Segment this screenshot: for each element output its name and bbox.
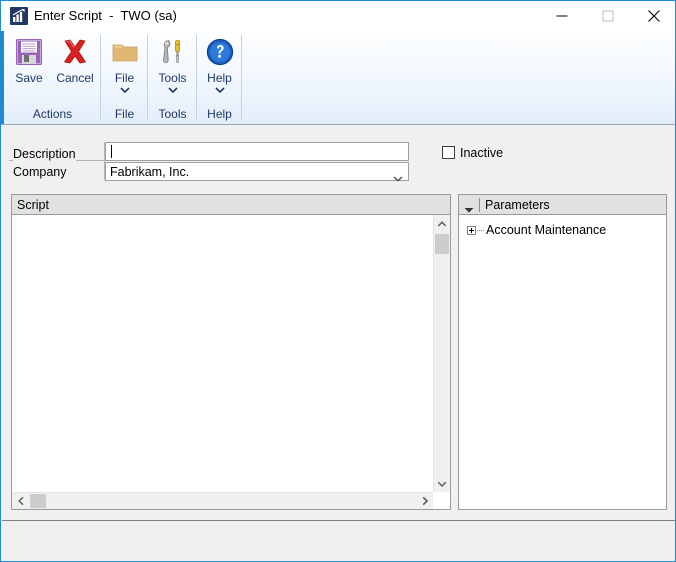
red-x-icon xyxy=(50,35,100,69)
ribbon-group-label-file: File xyxy=(114,107,135,121)
help-menu-button[interactable]: Help xyxy=(197,35,242,94)
ribbon-group-label-help: Help xyxy=(207,107,232,121)
wrench-screwdriver-icon xyxy=(148,35,197,69)
ribbon-group-label-actions: Actions xyxy=(32,107,73,121)
ribbon-group-tools: Tools Tools xyxy=(148,31,197,124)
cancel-button[interactable]: Cancel xyxy=(50,35,100,85)
close-button[interactable] xyxy=(631,1,675,30)
title-bar: Enter Script - TWO (sa) xyxy=(1,1,675,32)
file-menu-label: File xyxy=(114,71,135,85)
scroll-up-arrow-icon[interactable] xyxy=(434,215,450,232)
script-panel-header: Script xyxy=(12,195,450,215)
script-panel-body xyxy=(12,215,450,509)
maximize-button[interactable] xyxy=(585,1,631,30)
header-divider xyxy=(479,198,480,212)
chevron-down-icon xyxy=(148,85,197,94)
window-title: Enter Script - TWO (sa) xyxy=(34,8,177,23)
chart-app-icon xyxy=(10,7,28,25)
ribbon-group-actions: Save Cancel Actions xyxy=(4,31,101,124)
enter-script-window: Enter Script - TWO (sa) Save Cancel Acti… xyxy=(0,0,676,562)
save-button[interactable]: Save xyxy=(6,35,52,85)
tools-menu-button[interactable]: Tools xyxy=(148,35,197,94)
scroll-right-arrow-icon[interactable] xyxy=(416,493,433,509)
blue-question-icon xyxy=(197,35,242,69)
parameters-panel: Parameters Account Maintenance xyxy=(458,194,667,510)
cancel-button-label: Cancel xyxy=(56,71,94,85)
tree-item-account-maintenance[interactable]: Account Maintenance xyxy=(467,221,606,239)
script-vertical-scrollbar[interactable] xyxy=(433,215,450,492)
scrollbar-corner xyxy=(433,492,450,509)
text-caret xyxy=(111,145,112,158)
company-dropdown-value: Fabrikam, Inc. xyxy=(110,165,190,179)
script-horizontal-scroll-thumb[interactable] xyxy=(30,494,46,508)
scroll-down-arrow-icon[interactable] xyxy=(434,475,450,492)
status-bar xyxy=(1,521,675,561)
company-label: Company xyxy=(13,164,67,180)
script-editor[interactable] xyxy=(12,215,433,492)
inactive-checkbox-label: Inactive xyxy=(460,146,504,160)
ribbon-group-separator xyxy=(241,35,242,120)
file-menu-button[interactable]: File xyxy=(101,35,148,94)
scroll-left-arrow-icon[interactable] xyxy=(12,493,29,509)
chevron-down-icon xyxy=(197,85,242,94)
script-panel: Script xyxy=(11,194,451,510)
description-input[interactable] xyxy=(105,142,409,161)
script-horizontal-scrollbar[interactable] xyxy=(12,492,433,509)
company-dropdown[interactable]: Fabrikam, Inc. xyxy=(105,162,409,182)
save-button-label: Save xyxy=(15,71,43,85)
help-menu-label: Help xyxy=(207,71,232,85)
inactive-checkbox[interactable] xyxy=(442,146,455,159)
ribbon-group-help: Help Help xyxy=(197,31,242,124)
parameters-panel-header: Parameters xyxy=(459,195,666,215)
chevron-down-icon xyxy=(101,85,148,94)
chevron-down-icon[interactable] xyxy=(393,169,403,187)
ribbon-group-file: File File xyxy=(101,31,148,124)
script-panel-title: Script xyxy=(17,198,49,212)
minimize-button[interactable] xyxy=(539,1,585,30)
tools-menu-label: Tools xyxy=(158,71,187,85)
floppy-disk-icon xyxy=(6,35,52,69)
plus-box-icon[interactable] xyxy=(467,225,476,235)
script-vertical-scroll-thumb[interactable] xyxy=(435,234,449,254)
tree-connector-line xyxy=(477,229,484,231)
folder-icon xyxy=(101,35,148,69)
ribbon-group-label-tools: Tools xyxy=(158,107,187,121)
parameters-tree: Account Maintenance xyxy=(459,215,666,509)
parameters-panel-title: Parameters xyxy=(485,198,550,212)
ribbon-toolbar: Save Cancel Actions File File Tools Tool… xyxy=(1,31,675,125)
description-label: Description xyxy=(13,146,76,162)
tree-item-label: Account Maintenance xyxy=(486,223,607,237)
